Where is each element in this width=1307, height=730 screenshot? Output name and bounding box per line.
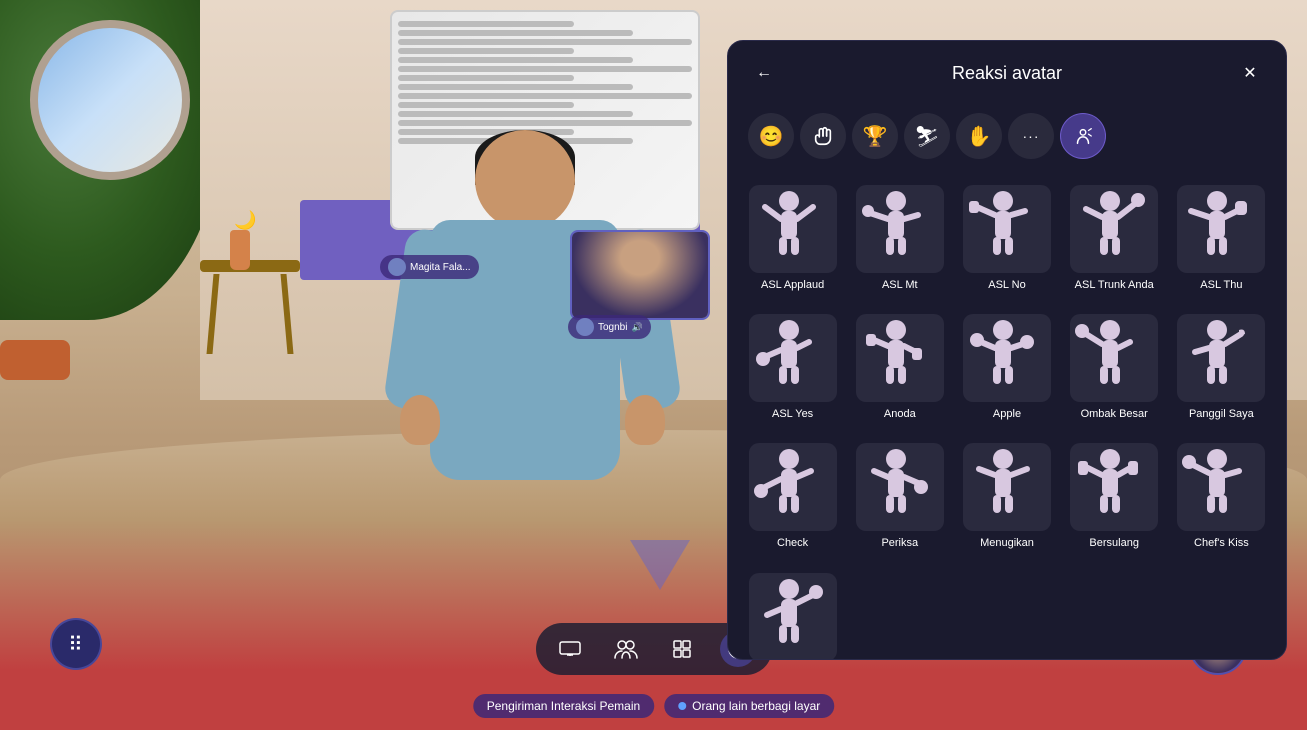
gesture-club-dana[interactable]: Club Dana <box>744 567 841 659</box>
gesture-label-chefs-kiss: Chef's Kiss <box>1194 537 1249 550</box>
screen-icon <box>559 641 581 657</box>
category-sign-btn[interactable] <box>1060 113 1106 159</box>
gesture-asl-yes[interactable]: ASL Yes <box>744 308 841 427</box>
gesture-label-anoda: Anoda <box>884 408 916 421</box>
gesture-img-panggil-saya <box>1177 314 1265 402</box>
gesture-apple[interactable]: Apple <box>958 308 1055 427</box>
gesture-chefs-kiss[interactable]: Chef's Kiss <box>1173 437 1270 556</box>
gesture-label-check: Check <box>777 537 808 550</box>
bg-table <box>200 260 300 390</box>
panel-header: ← Reaksi avatar ✕ <box>728 41 1286 105</box>
gesture-check[interactable]: Check <box>744 437 841 556</box>
category-trophy-btn[interactable]: 🏆 <box>852 113 898 159</box>
screen-button[interactable] <box>552 631 588 667</box>
gesture-img-ombak-besar <box>1070 314 1158 402</box>
screen-share-dot <box>678 702 686 710</box>
grid-icon: ⠿ <box>68 632 84 657</box>
gesture-periksa[interactable]: Periksa <box>851 437 948 556</box>
avatar-left-hand <box>400 395 440 445</box>
bg-flower: 🌙 <box>234 210 256 231</box>
gesture-label-asl-trunk-anda: ASL Trunk Anda <box>1075 279 1154 292</box>
gesture-img-apple <box>963 314 1051 402</box>
reaction-panel: ← Reaksi avatar ✕ 😊 🏆 ⛷ ✋ ··· <box>727 40 1287 660</box>
name-tag-avatar-icon <box>388 258 406 276</box>
category-more-btn[interactable]: ··· <box>1008 113 1054 159</box>
gesture-label-apple: Apple <box>993 408 1021 421</box>
gesture-img-asl-no <box>963 185 1051 273</box>
gesture-img-bersulang <box>1070 443 1158 531</box>
category-row: 😊 🏆 ⛷ ✋ ··· <box>728 105 1286 171</box>
gesture-label-ombak-besar: Ombak Besar <box>1081 408 1148 421</box>
gesture-anoda[interactable]: Anoda <box>851 308 948 427</box>
gesture-label-asl-thu: ASL Thu <box>1200 279 1242 292</box>
player-interaction-pill: Pengiriman Interaksi Pemain <box>473 694 654 718</box>
gesture-img-asl-mt <box>856 185 944 273</box>
gesture-label-asl-no: ASL No <box>988 279 1026 292</box>
gesture-asl-applaud[interactable]: ASL Applaud <box>744 179 841 298</box>
world-icon <box>671 638 693 660</box>
hands-icon <box>812 125 834 147</box>
avatar-right-hand <box>625 395 665 445</box>
bg-vase <box>230 230 250 270</box>
gesture-img-menugikan <box>963 443 1051 531</box>
people-icon <box>614 639 638 659</box>
status-bar: Pengiriman Interaksi Pemain Orang lain b… <box>473 694 834 718</box>
panel-close-button[interactable]: ✕ <box>1234 57 1266 89</box>
gesture-img-periksa <box>856 443 944 531</box>
gesture-label-asl-applaud: ASL Applaud <box>761 279 824 292</box>
gesture-img-check <box>749 443 837 531</box>
gesture-asl-trunk-anda[interactable]: ASL Trunk Anda <box>1066 179 1163 298</box>
sign-language-icon <box>1072 125 1094 147</box>
name-tag-video-user: Tognbi 🔊 <box>568 315 651 339</box>
gesture-img-asl-thu <box>1177 185 1265 273</box>
category-hands-btn[interactable] <box>800 113 846 159</box>
main-avatar <box>390 130 670 580</box>
bg-round-window <box>30 20 190 180</box>
gesture-ombak-besar[interactable]: Ombak Besar <box>1066 308 1163 427</box>
gesture-img-club-dana <box>749 573 837 659</box>
bg-ottoman-left <box>0 340 70 380</box>
video-thumbnail <box>570 230 710 320</box>
people-button[interactable] <box>608 631 644 667</box>
gesture-img-asl-yes <box>749 314 837 402</box>
gesture-asl-mt[interactable]: ASL Mt <box>851 179 948 298</box>
category-wave-btn[interactable]: ✋ <box>956 113 1002 159</box>
gesture-img-chefs-kiss <box>1177 443 1265 531</box>
gesture-label-bersulang: Bersulang <box>1089 537 1139 550</box>
gesture-asl-no[interactable]: ASL No <box>958 179 1055 298</box>
gesture-label-asl-mt: ASL Mt <box>882 279 918 292</box>
gesture-label-asl-yes: ASL Yes <box>772 408 813 421</box>
world-button[interactable] <box>664 631 700 667</box>
video-person <box>572 232 708 318</box>
panel-back-button[interactable]: ← <box>748 57 780 89</box>
panel-title: Reaksi avatar <box>780 63 1234 84</box>
gesture-img-asl-applaud <box>749 185 837 273</box>
category-sport-btn[interactable]: ⛷ <box>904 113 950 159</box>
avatar-head <box>475 130 575 230</box>
gesture-label-periksa: Periksa <box>881 537 918 550</box>
name-tag-main: Magita Fala... <box>380 255 479 279</box>
gesture-label-menugikan: Menugikan <box>980 537 1034 550</box>
gesture-asl-thu[interactable]: ASL Thu <box>1173 179 1270 298</box>
screen-share-pill[interactable]: Orang lain berbagi layar <box>664 694 834 718</box>
gesture-img-anoda <box>856 314 944 402</box>
gesture-panggil-saya[interactable]: Panggil Saya <box>1173 308 1270 427</box>
gesture-menugikan[interactable]: Menugikan <box>958 437 1055 556</box>
gesture-label-panggil-saya: Panggil Saya <box>1189 408 1254 421</box>
grid-button[interactable]: ⠿ <box>50 618 102 670</box>
gesture-bersulang[interactable]: Bersulang <box>1066 437 1163 556</box>
gesture-img-asl-trunk-anda <box>1070 185 1158 273</box>
name-tag-video-icon <box>576 318 594 336</box>
category-emoji-btn[interactable]: 😊 <box>748 113 794 159</box>
gesture-grid: ASL Applaud ASL Mt <box>728 171 1286 659</box>
